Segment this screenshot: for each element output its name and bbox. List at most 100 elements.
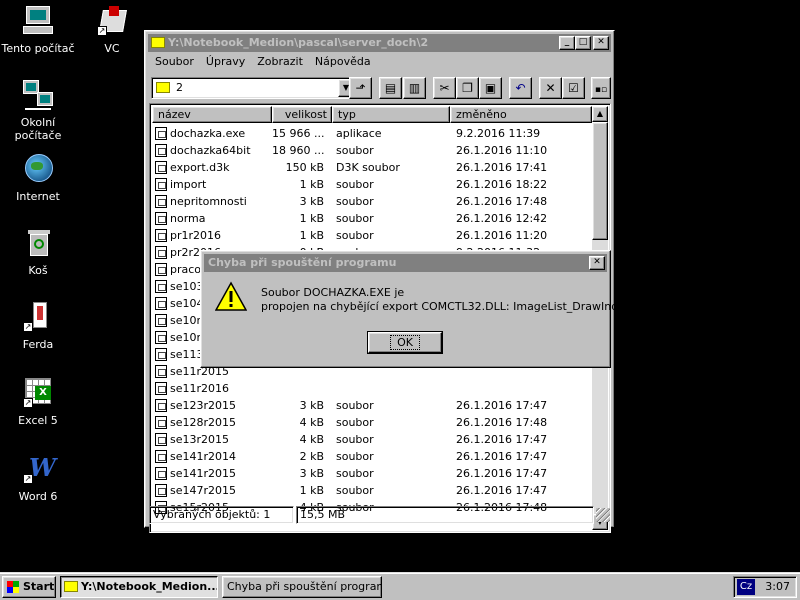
ok-button[interactable]: OK xyxy=(367,331,443,354)
taskbar-explorer-button[interactable]: Y:\Notebook_Medion... xyxy=(60,576,218,598)
menu-napoveda[interactable]: Nápověda xyxy=(309,53,377,71)
minimize-button[interactable]: _ xyxy=(559,36,575,50)
file-type: soubor xyxy=(336,416,374,429)
desktop-icon-label: Okolní počítače xyxy=(14,116,62,142)
map-drive-button[interactable]: ▤ xyxy=(379,77,402,99)
file-row[interactable]: dochazka.exe 15 966 ... aplikace 9.2.2016 1… xyxy=(152,125,592,142)
desktop-icon-label: Word 6 xyxy=(18,490,58,503)
file-row[interactable]: se141r2015 3 kB soubor 26.1.2016 17:47 xyxy=(152,465,592,482)
file-type: aplikace xyxy=(336,127,382,140)
file-date: 26.1.2016 11:10 xyxy=(456,144,548,157)
dialog-close-button[interactable]: ✕ xyxy=(589,256,605,270)
taskbar-explorer-label: Y:\Notebook_Medion... xyxy=(81,580,218,593)
file-name: se103 xyxy=(170,280,204,293)
file-row[interactable]: se128r2015 4 kB soubor 26.1.2016 17:48 xyxy=(152,414,592,431)
column-header-type[interactable]: typ xyxy=(332,106,450,123)
desktop-icon-label: VC xyxy=(104,42,120,55)
copy-button[interactable]: ❐ xyxy=(456,77,479,99)
file-icon xyxy=(155,450,167,463)
file-name: se104 xyxy=(170,297,204,310)
up-folder-button[interactable]: ⬏ xyxy=(349,77,372,99)
menu-upravy[interactable]: Úpravy xyxy=(200,53,251,71)
file-date: 26.1.2016 17:41 xyxy=(456,161,548,174)
file-icon xyxy=(155,229,167,242)
file-icon xyxy=(155,212,167,225)
file-date: 26.1.2016 17:47 xyxy=(456,433,548,446)
dialog-titlebar[interactable]: Chyba při spouštění programu ✕ xyxy=(204,254,607,272)
file-row[interactable]: se13r2015 4 kB soubor 26.1.2016 17:47 xyxy=(152,431,592,448)
undo-button[interactable]: ↶ xyxy=(509,77,532,99)
file-row[interactable]: se147r2015 1 kB soubor 26.1.2016 17:47 xyxy=(152,482,592,499)
file-size: 3 kB xyxy=(299,195,324,208)
file-row[interactable]: se141r2014 2 kB soubor 26.1.2016 17:47 xyxy=(152,448,592,465)
maximize-button[interactable]: □ xyxy=(575,36,591,50)
column-header-name[interactable]: název xyxy=(152,106,272,123)
file-row[interactable]: import 1 kB soubor 26.1.2016 18:22 xyxy=(152,176,592,193)
file-icon xyxy=(155,467,167,480)
start-button[interactable]: Start xyxy=(2,576,56,598)
file-type: D3K soubor xyxy=(336,161,400,174)
paste-button[interactable]: ▣ xyxy=(479,77,502,99)
close-button[interactable]: ✕ xyxy=(593,36,609,50)
desktop-icon-excel[interactable]: X ↗ Excel 5 xyxy=(0,378,76,427)
ok-button-label: OK xyxy=(390,335,420,350)
disconnect-drive-icon: ▥ xyxy=(408,81,421,95)
file-row[interactable]: pr1r2016 1 kB soubor 26.1.2016 11:20 xyxy=(152,227,592,244)
file-icon xyxy=(155,178,167,191)
language-indicator[interactable]: Cz xyxy=(737,579,755,595)
file-row[interactable]: se11r2016 xyxy=(152,380,592,397)
view-button[interactable]: ▪▫ xyxy=(591,77,611,99)
file-icon xyxy=(155,297,167,310)
folder-icon xyxy=(156,82,170,93)
disconnect-drive-button[interactable]: ▥ xyxy=(403,77,426,99)
file-name: export.d3k xyxy=(170,161,230,174)
desktop-icon-ferda[interactable]: ↗ Ferda xyxy=(0,302,76,351)
desktop-icon-recycle-bin[interactable]: Koš xyxy=(0,228,76,277)
clock[interactable]: 3:07 xyxy=(765,579,790,595)
menu-zobrazit[interactable]: Zobrazit xyxy=(251,53,309,71)
desktop-icon-network[interactable]: Okolní počítače xyxy=(0,80,76,142)
menu-soubor[interactable]: Soubor xyxy=(149,53,200,71)
undo-icon: ↶ xyxy=(515,81,526,95)
file-type: soubor xyxy=(336,178,374,191)
desktop-icon-label: Excel 5 xyxy=(18,414,58,427)
file-size: 150 kB xyxy=(285,161,324,174)
desktop-icon-label: Koš xyxy=(28,264,48,277)
network-icon xyxy=(21,80,55,112)
desktop-icon-word[interactable]: W ↗ Word 6 xyxy=(0,454,76,504)
taskbar: Start Y:\Notebook_Medion... Chyba při sp… xyxy=(0,572,800,600)
view-icon: ▪▫ xyxy=(594,85,608,95)
file-type: soubor xyxy=(336,399,374,412)
toolbar: 2 ▼ ⬏ ▤ ▥ ✂ ❐ ▣ ↶ ✕ ☑ ▪▫ xyxy=(149,75,611,101)
file-icon xyxy=(155,399,167,412)
file-row[interactable]: se123r2015 3 kB soubor 26.1.2016 17:47 xyxy=(152,397,592,414)
desktop-icon-my-computer[interactable]: Tento počítač xyxy=(0,6,76,55)
desktop-icon-vc[interactable]: ↗ VC xyxy=(74,6,150,55)
file-row[interactable]: dochazka64bit 18 960 ... soubor 26.1.2016 1… xyxy=(152,142,592,159)
properties-button[interactable]: ☑ xyxy=(562,77,585,99)
explorer-titlebar[interactable]: Y:\Notebook_Medion\pascal\server_doch\2 … xyxy=(148,34,611,52)
file-icon xyxy=(155,144,167,157)
file-row[interactable]: norma 1 kB soubor 26.1.2016 12:42 xyxy=(152,210,592,227)
application-icon xyxy=(155,127,167,140)
column-header-date[interactable]: změněno xyxy=(450,106,592,123)
scroll-up-button[interactable]: ▲ xyxy=(592,106,608,122)
taskbar-dialog-button[interactable]: Chyba při spouštění programu xyxy=(222,576,382,598)
copy-icon: ❐ xyxy=(462,81,473,95)
scroll-thumb[interactable] xyxy=(592,122,608,240)
file-size: 15 966 ... xyxy=(272,127,325,140)
file-icon xyxy=(155,348,167,361)
delete-button[interactable]: ✕ xyxy=(539,77,562,99)
ok-button-face: OK xyxy=(368,332,442,353)
file-icon xyxy=(155,314,167,327)
address-combo[interactable]: 2 ▼ xyxy=(151,77,356,99)
desktop-icon-internet[interactable]: Internet xyxy=(0,154,76,203)
start-label: Start xyxy=(23,580,55,593)
file-row[interactable]: nepritomnosti 3 kB soubor 26.1.2016 17:48 xyxy=(152,193,592,210)
cut-button[interactable]: ✂ xyxy=(433,77,456,99)
file-size: 1 kB xyxy=(299,212,324,225)
column-header-size[interactable]: velikost xyxy=(272,106,332,123)
file-row[interactable]: export.d3k 150 kB D3K soubor 26.1.2016 17:4… xyxy=(152,159,592,176)
file-name: se123r2015 xyxy=(170,399,237,412)
resize-grip[interactable] xyxy=(596,508,610,522)
